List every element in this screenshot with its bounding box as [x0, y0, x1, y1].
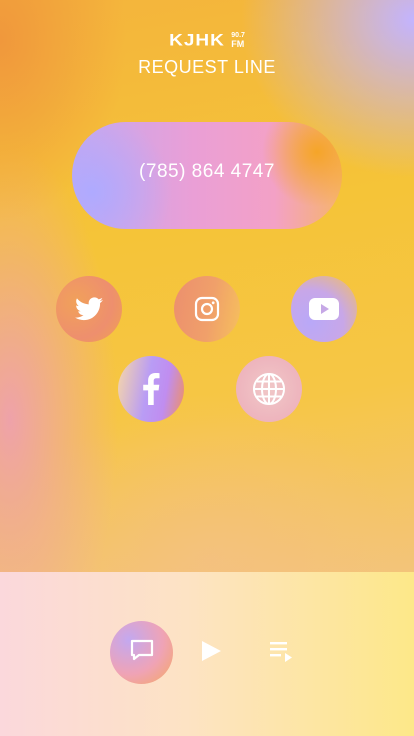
station-logo: KJHK 90.7 FM — [0, 30, 414, 52]
globe-icon — [252, 372, 286, 406]
youtube-button[interactable] — [291, 276, 357, 342]
page-title: REQUEST LINE — [138, 57, 276, 77]
twitter-icon — [75, 297, 103, 321]
play-icon — [200, 640, 222, 667]
phone-call-button[interactable]: (785) 864 4747 — [72, 122, 342, 229]
youtube-icon — [309, 298, 339, 320]
twitter-button[interactable] — [56, 276, 122, 342]
logo-wordmark: KJHK — [169, 31, 225, 50]
logo-band: FM — [231, 39, 245, 49]
logo-freq-number: 90.7 — [231, 32, 245, 39]
logo-frequency: 90.7 FM — [231, 32, 245, 50]
chat-button[interactable] — [110, 621, 173, 684]
instagram-button[interactable] — [174, 276, 240, 342]
facebook-icon — [142, 373, 160, 405]
website-button[interactable] — [236, 356, 302, 422]
phone-number: (785) 864 4747 — [139, 160, 275, 182]
chat-icon — [129, 638, 155, 667]
play-button[interactable] — [196, 638, 226, 668]
facebook-button[interactable] — [118, 356, 184, 422]
instagram-icon — [194, 296, 220, 322]
queue-icon — [268, 639, 294, 668]
queue-button[interactable] — [266, 638, 296, 668]
